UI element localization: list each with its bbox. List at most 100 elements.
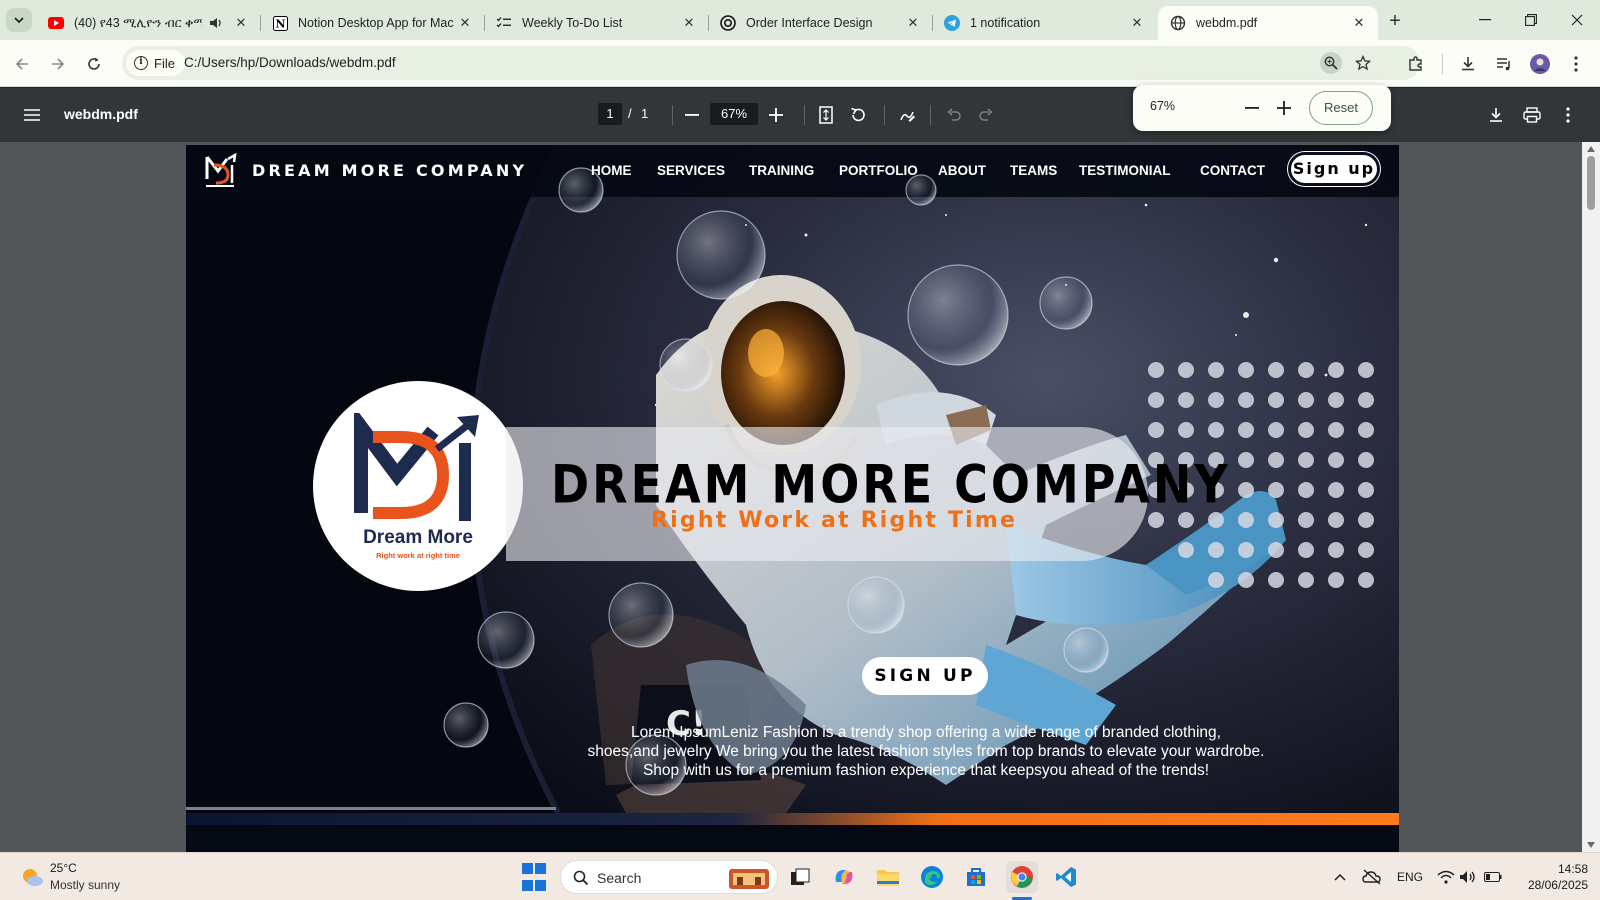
close-tab-icon[interactable]: ✕ [456,14,474,32]
edge-browser-icon[interactable] [916,861,948,893]
copilot-icon[interactable] [828,861,860,893]
nav-contact[interactable]: CONTACT [1200,163,1265,178]
chrome-icon[interactable] [1006,861,1038,893]
tab-strip: (40) የ43 ሚሊዮን ብር ቀሚስ ✕ N Notion Desktop … [0,0,1600,40]
annotate-button[interactable] [896,103,920,127]
close-tab-icon[interactable]: ✕ [232,14,250,32]
close-tab-icon[interactable]: ✕ [1350,14,1368,32]
zoom-out-button[interactable] [680,103,704,127]
more-vertical-icon [1566,107,1570,123]
pdf-scrollbar[interactable] [1582,142,1600,852]
downloads-button[interactable] [1456,52,1480,76]
close-tab-icon[interactable]: ✕ [680,14,698,32]
forward-button[interactable] [46,52,70,76]
url-text[interactable]: C:/Users/hp/Downloads/webdm.pdf [184,55,396,70]
extensions-button[interactable] [1404,52,1428,76]
close-tab-icon[interactable]: ✕ [1128,14,1146,32]
nav-teams[interactable]: TEAMS [1010,163,1057,178]
tab-youtube[interactable]: (40) የ43 ሚሊዮን ብር ቀሚስ ✕ [36,6,261,40]
fit-page-button[interactable] [814,103,838,127]
onedrive-offline-icon[interactable] [1360,865,1384,889]
zoom-reset-button[interactable]: Reset [1309,91,1373,125]
pdf-more-button[interactable] [1556,103,1580,127]
tab-search-button[interactable] [6,8,32,32]
logo-name: Dream More [363,527,473,548]
close-window-button[interactable] [1554,8,1600,32]
hero-description-line: Shop with us for a premium fashion exper… [642,762,1210,779]
partly-sunny-icon[interactable] [20,866,44,888]
brand-logo-icon[interactable] [204,153,238,189]
scroll-down-arrow-icon[interactable] [1587,842,1595,848]
zoom-popup-decrease[interactable] [1239,95,1265,121]
sidebar-menu-button[interactable] [20,103,44,127]
back-button[interactable] [10,52,34,76]
rotate-button[interactable] [846,103,870,127]
tab-notion[interactable]: N Notion Desktop App for Mac ✕ [260,6,485,40]
scrollbar-thumb[interactable] [1587,156,1595,210]
vscode-icon[interactable] [1050,861,1082,893]
start-button[interactable] [518,861,550,893]
svg-text:N: N [275,17,285,30]
tab-chatgpt[interactable]: Order Interface Design ✕ [708,6,933,40]
zoom-indicator-button[interactable] [1320,52,1342,74]
show-hidden-icons-button[interactable] [1330,865,1350,889]
plus-icon [1277,101,1291,115]
weather-description[interactable]: Mostly sunny [50,878,120,892]
browser-menu-button[interactable] [1564,52,1588,76]
wifi-icon[interactable] [1436,865,1456,889]
system-clock[interactable]: 14:58 28/06/2025 [1512,861,1588,893]
close-tab-icon[interactable]: ✕ [904,14,922,32]
tab-title: 1 notification [970,16,1041,30]
tab-todo[interactable]: Weekly To-Do List ✕ [484,6,709,40]
zoom-level-input[interactable]: 67% [710,103,758,125]
file-explorer-icon[interactable] [872,861,904,893]
minimize-button[interactable] [1462,8,1508,32]
task-view-icon[interactable] [784,861,816,893]
page-total: 1 [641,106,649,121]
nav-home[interactable]: HOME [591,163,632,178]
hero-signup-button[interactable]: SIGN UP [862,657,988,695]
print-button[interactable] [1520,103,1544,127]
zoom-in-button[interactable] [764,103,788,127]
profile-avatar[interactable] [1528,52,1552,76]
brand-name[interactable]: DREAM MORE COMPANY [252,161,527,180]
taskbar-search[interactable]: Search [560,860,778,894]
checklist-icon [496,15,512,31]
language-indicator[interactable]: ENG [1394,865,1426,889]
tab-webdm-pdf[interactable]: webdm.pdf ✕ [1158,6,1378,40]
more-vertical-icon [1574,56,1578,72]
page-number-input[interactable]: 1 [598,103,622,125]
nav-portfolio[interactable]: PORTFOLIO [839,163,918,178]
zoom-popup-increase[interactable] [1271,95,1297,121]
pdf-download-button[interactable] [1484,103,1508,127]
scroll-up-arrow-icon[interactable] [1587,146,1595,152]
address-bar[interactable]: i File C:/Users/hp/Downloads/webdm.pdf [122,46,1420,80]
hero-description-line: Lorem IpsumLeniz Fashion is a trendy sho… [631,724,1221,741]
restore-button[interactable] [1508,8,1554,32]
nav-testimonial[interactable]: TESTIMONIAL [1079,163,1171,178]
hero-description-line: shoes,and jewelry We bring you the lates… [587,743,1265,760]
reload-icon [88,57,100,70]
nav-training[interactable]: TRAINING [749,163,814,178]
new-tab-button[interactable]: + [1384,10,1406,32]
hero-subtitle: Right Work at Right Time [651,508,1018,533]
download-icon [1462,57,1474,71]
rotate-icon [851,107,865,122]
fit-page-icon [819,106,833,124]
site-info-chip[interactable]: i File [126,50,185,76]
volume-icon[interactable] [1458,865,1478,889]
bookmark-star-button[interactable] [1352,52,1374,74]
tab-telegram[interactable]: 1 notification ✕ [932,6,1156,40]
signup-button[interactable]: Sign up [1288,152,1380,186]
battery-icon[interactable] [1482,865,1504,889]
reload-button[interactable] [82,52,106,76]
nav-about[interactable]: ABOUT [938,163,986,178]
undo-button[interactable] [942,103,966,127]
avatar-icon [1530,54,1550,74]
weather-temperature[interactable]: 25°C [50,861,77,875]
speaker-icon[interactable] [208,15,224,31]
microsoft-store-icon[interactable] [960,861,992,893]
redo-button[interactable] [974,103,998,127]
nav-services[interactable]: SERVICES [657,163,725,178]
media-control-button[interactable] [1492,52,1516,76]
